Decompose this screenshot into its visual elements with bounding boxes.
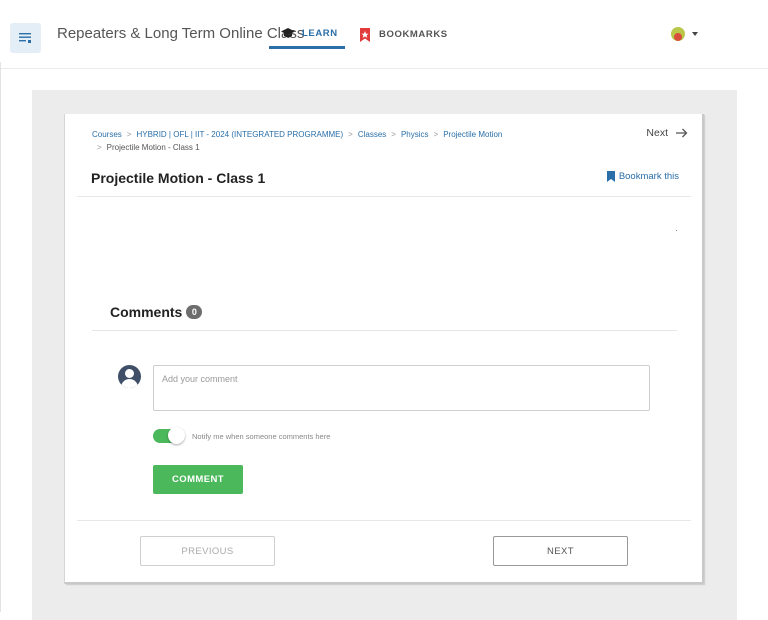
breadcrumb: Courses > HYBRID | OFL | IIT - 2024 (INTEG…	[92, 128, 562, 154]
tab-bookmarks[interactable]: BOOKMARKS	[358, 20, 448, 49]
bookmark-icon	[606, 171, 615, 182]
tab-learn[interactable]: LEARN	[269, 20, 345, 49]
bookmark-this-label: Bookmark this	[618, 171, 679, 182]
left-drawer-edge	[0, 62, 3, 612]
breadcrumb-separator: >	[126, 130, 132, 139]
top-navbar: Repeaters & Long Term Online Class LEARN…	[0, 0, 768, 69]
menu-toggle-button[interactable]	[10, 23, 41, 53]
breadcrumb-projectile-motion[interactable]: Projectile Motion	[443, 130, 502, 139]
breadcrumb-separator: >	[391, 130, 396, 139]
divider	[77, 520, 691, 521]
graduation-cap-icon	[281, 28, 295, 38]
breadcrumb-classes[interactable]: Classes	[358, 130, 386, 139]
breadcrumb-separator: >	[348, 130, 353, 139]
app-title: Repeaters & Long Term Online Class	[57, 25, 305, 42]
divider	[92, 330, 677, 331]
bookmark-star-icon	[360, 27, 370, 42]
content-area	[676, 230, 677, 231]
notify-label: Notify me when someone comments here	[192, 431, 331, 441]
bookmark-this-link[interactable]: Bookmark this	[606, 171, 679, 182]
menu-list-icon	[18, 33, 31, 43]
arrow-right-icon	[676, 128, 688, 138]
page-title: Projectile Motion - Class 1	[91, 170, 266, 186]
next-button[interactable]: NEXT	[493, 536, 628, 566]
next-link[interactable]: Next	[646, 127, 688, 139]
user-menu[interactable]	[671, 27, 698, 41]
comments-heading: Comments 0	[110, 304, 203, 320]
avatar	[671, 27, 685, 41]
lesson-card: Courses > HYBRID | OFL | IIT - 2024 (INTEG…	[65, 114, 704, 584]
comments-title: Comments	[110, 304, 183, 320]
breadcrumb-current: Projectile Motion - Class 1	[106, 143, 200, 152]
breadcrumb-physics[interactable]: Physics	[401, 130, 429, 139]
comments-count-badge: 0	[186, 305, 203, 319]
divider	[77, 196, 691, 197]
comment-input[interactable]	[153, 365, 650, 411]
comment-submit-button[interactable]: COMMENT	[153, 465, 243, 494]
user-avatar-icon	[118, 365, 141, 388]
caret-down-icon	[692, 32, 698, 36]
tab-learn-label: LEARN	[302, 27, 338, 39]
next-link-label: Next	[646, 127, 668, 139]
tab-bookmarks-label: BOOKMARKS	[379, 29, 448, 40]
breadcrumb-course-name[interactable]: HYBRID | OFL | IIT - 2024 (INTEGRATED PR…	[136, 130, 343, 139]
notify-toggle-row: Notify me when someone comments here	[153, 427, 331, 444]
breadcrumb-separator: >	[433, 130, 439, 139]
previous-button[interactable]: PREVIOUS	[140, 536, 275, 566]
breadcrumb-courses[interactable]: Courses	[92, 130, 122, 139]
breadcrumb-separator: >	[97, 143, 102, 152]
notify-toggle[interactable]	[153, 427, 185, 444]
